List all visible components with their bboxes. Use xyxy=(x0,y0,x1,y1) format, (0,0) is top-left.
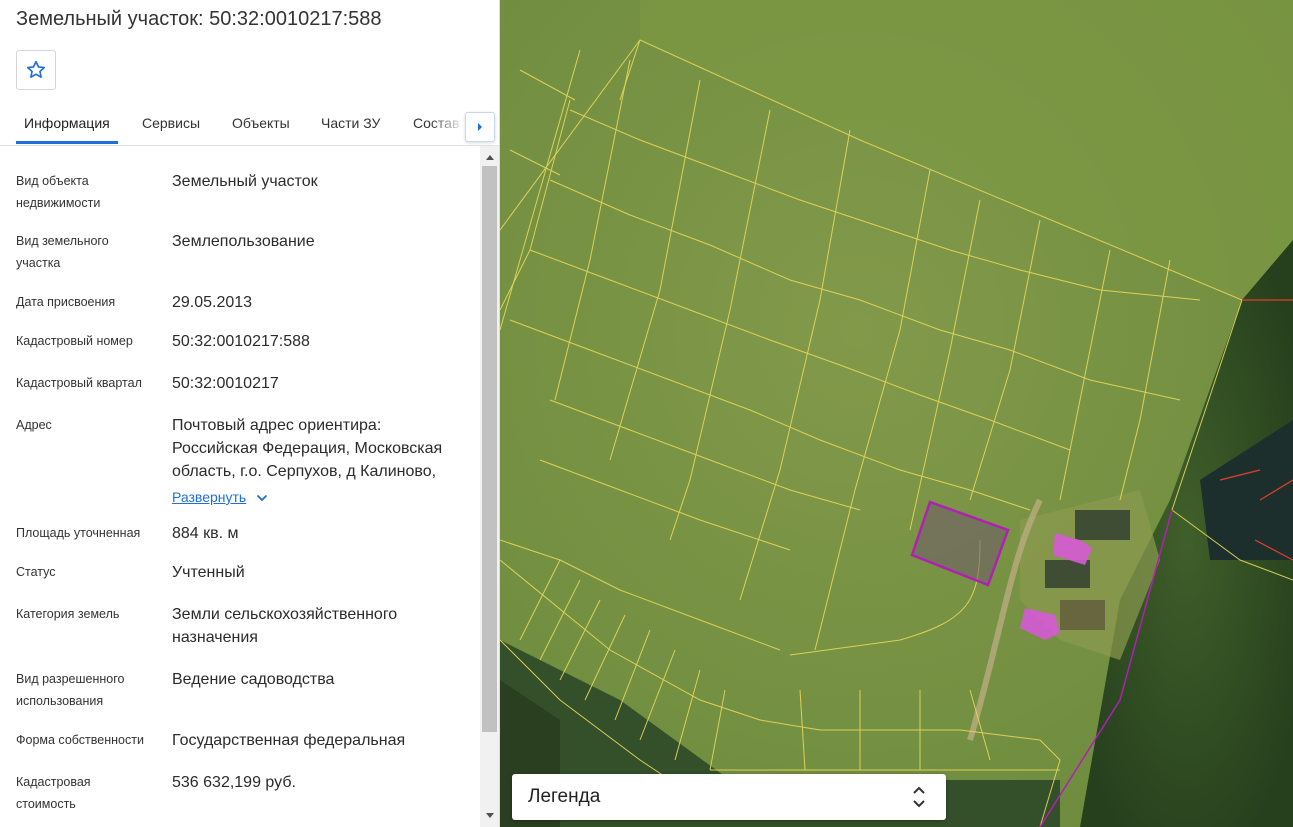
chevron-down-icon xyxy=(257,494,268,501)
info-label: Кадастровый номер xyxy=(16,334,133,348)
info-value: Земли сельскохозяйственного назначения xyxy=(172,606,398,646)
info-label: Вид земельного участка xyxy=(16,234,109,270)
tab-fade xyxy=(430,103,465,143)
tab-bar: Информация Сервисы Объекты Части ЗУ Сост… xyxy=(0,103,499,146)
page-title: Земельный участок: 50:32:0010217:588 xyxy=(16,8,382,30)
scroll-up-button[interactable] xyxy=(480,148,499,166)
unfold-icon xyxy=(913,786,925,808)
info-panel: Земельный участок: 50:32:0010217:588 Инф… xyxy=(0,0,500,827)
info-value: 884 кв. м xyxy=(172,525,239,542)
info-value: Ведение садоводства xyxy=(172,671,335,688)
expand-label: Развернуть xyxy=(172,489,247,505)
info-value: Учтенный xyxy=(172,564,245,581)
info-value: 29.05.2013 xyxy=(172,294,253,311)
info-label: Площадь уточненная xyxy=(16,526,141,540)
tab-objects[interactable]: Объекты xyxy=(232,115,290,131)
legend-label: Легенда xyxy=(528,786,601,807)
info-value: Государственная федеральная xyxy=(172,732,406,749)
tab-services[interactable]: Сервисы xyxy=(142,115,200,131)
scrollbar-thumb[interactable] xyxy=(482,166,497,732)
info-label: Категория земель xyxy=(16,607,120,621)
info-value: 50:32:0010217:588 xyxy=(172,333,310,350)
tab-information[interactable]: Информация xyxy=(24,115,110,131)
info-value: Почтовый адрес ориентира: Российская Фед… xyxy=(172,414,467,509)
info-label: Адрес xyxy=(16,418,52,432)
info-value: 50:32:0010217 xyxy=(172,375,279,392)
info-label: Кадастровый квартал xyxy=(16,376,142,390)
info-label: Кадастровая стоимость xyxy=(16,775,91,811)
map-view[interactable] xyxy=(500,0,1293,827)
expand-address-link[interactable]: Развернуть xyxy=(172,486,268,509)
info-label: Форма собственности xyxy=(16,733,144,747)
info-list: Вид объекта недвижимости Земельный участ… xyxy=(0,146,499,827)
triangle-up-icon xyxy=(485,155,494,160)
info-value: 536 632,199 руб. xyxy=(172,774,296,791)
satellite-map[interactable] xyxy=(500,0,1293,827)
info-label: Дата присвоения xyxy=(16,295,116,309)
address-text: Почтовый адрес ориентира: Российская Фед… xyxy=(172,417,443,480)
tabs-scroll-right-button[interactable] xyxy=(465,112,495,142)
info-scrollbar[interactable] xyxy=(480,146,499,827)
caret-right-icon xyxy=(478,123,482,131)
star-outline-icon xyxy=(26,60,46,78)
favorite-button[interactable] xyxy=(16,50,56,90)
info-value: Земельный участок xyxy=(172,173,318,190)
legend-dropdown[interactable]: Легенда xyxy=(512,774,946,820)
info-label: Вид объекта недвижимости xyxy=(16,174,101,210)
active-tab-indicator xyxy=(16,141,118,144)
triangle-down-icon xyxy=(485,813,494,818)
scroll-down-button[interactable] xyxy=(480,807,499,825)
tab-land-parts[interactable]: Части ЗУ xyxy=(321,115,380,131)
info-label: Вид разрешенного использования xyxy=(16,672,125,708)
info-value: Землепользование xyxy=(172,233,315,250)
info-label: Статус xyxy=(16,565,56,579)
